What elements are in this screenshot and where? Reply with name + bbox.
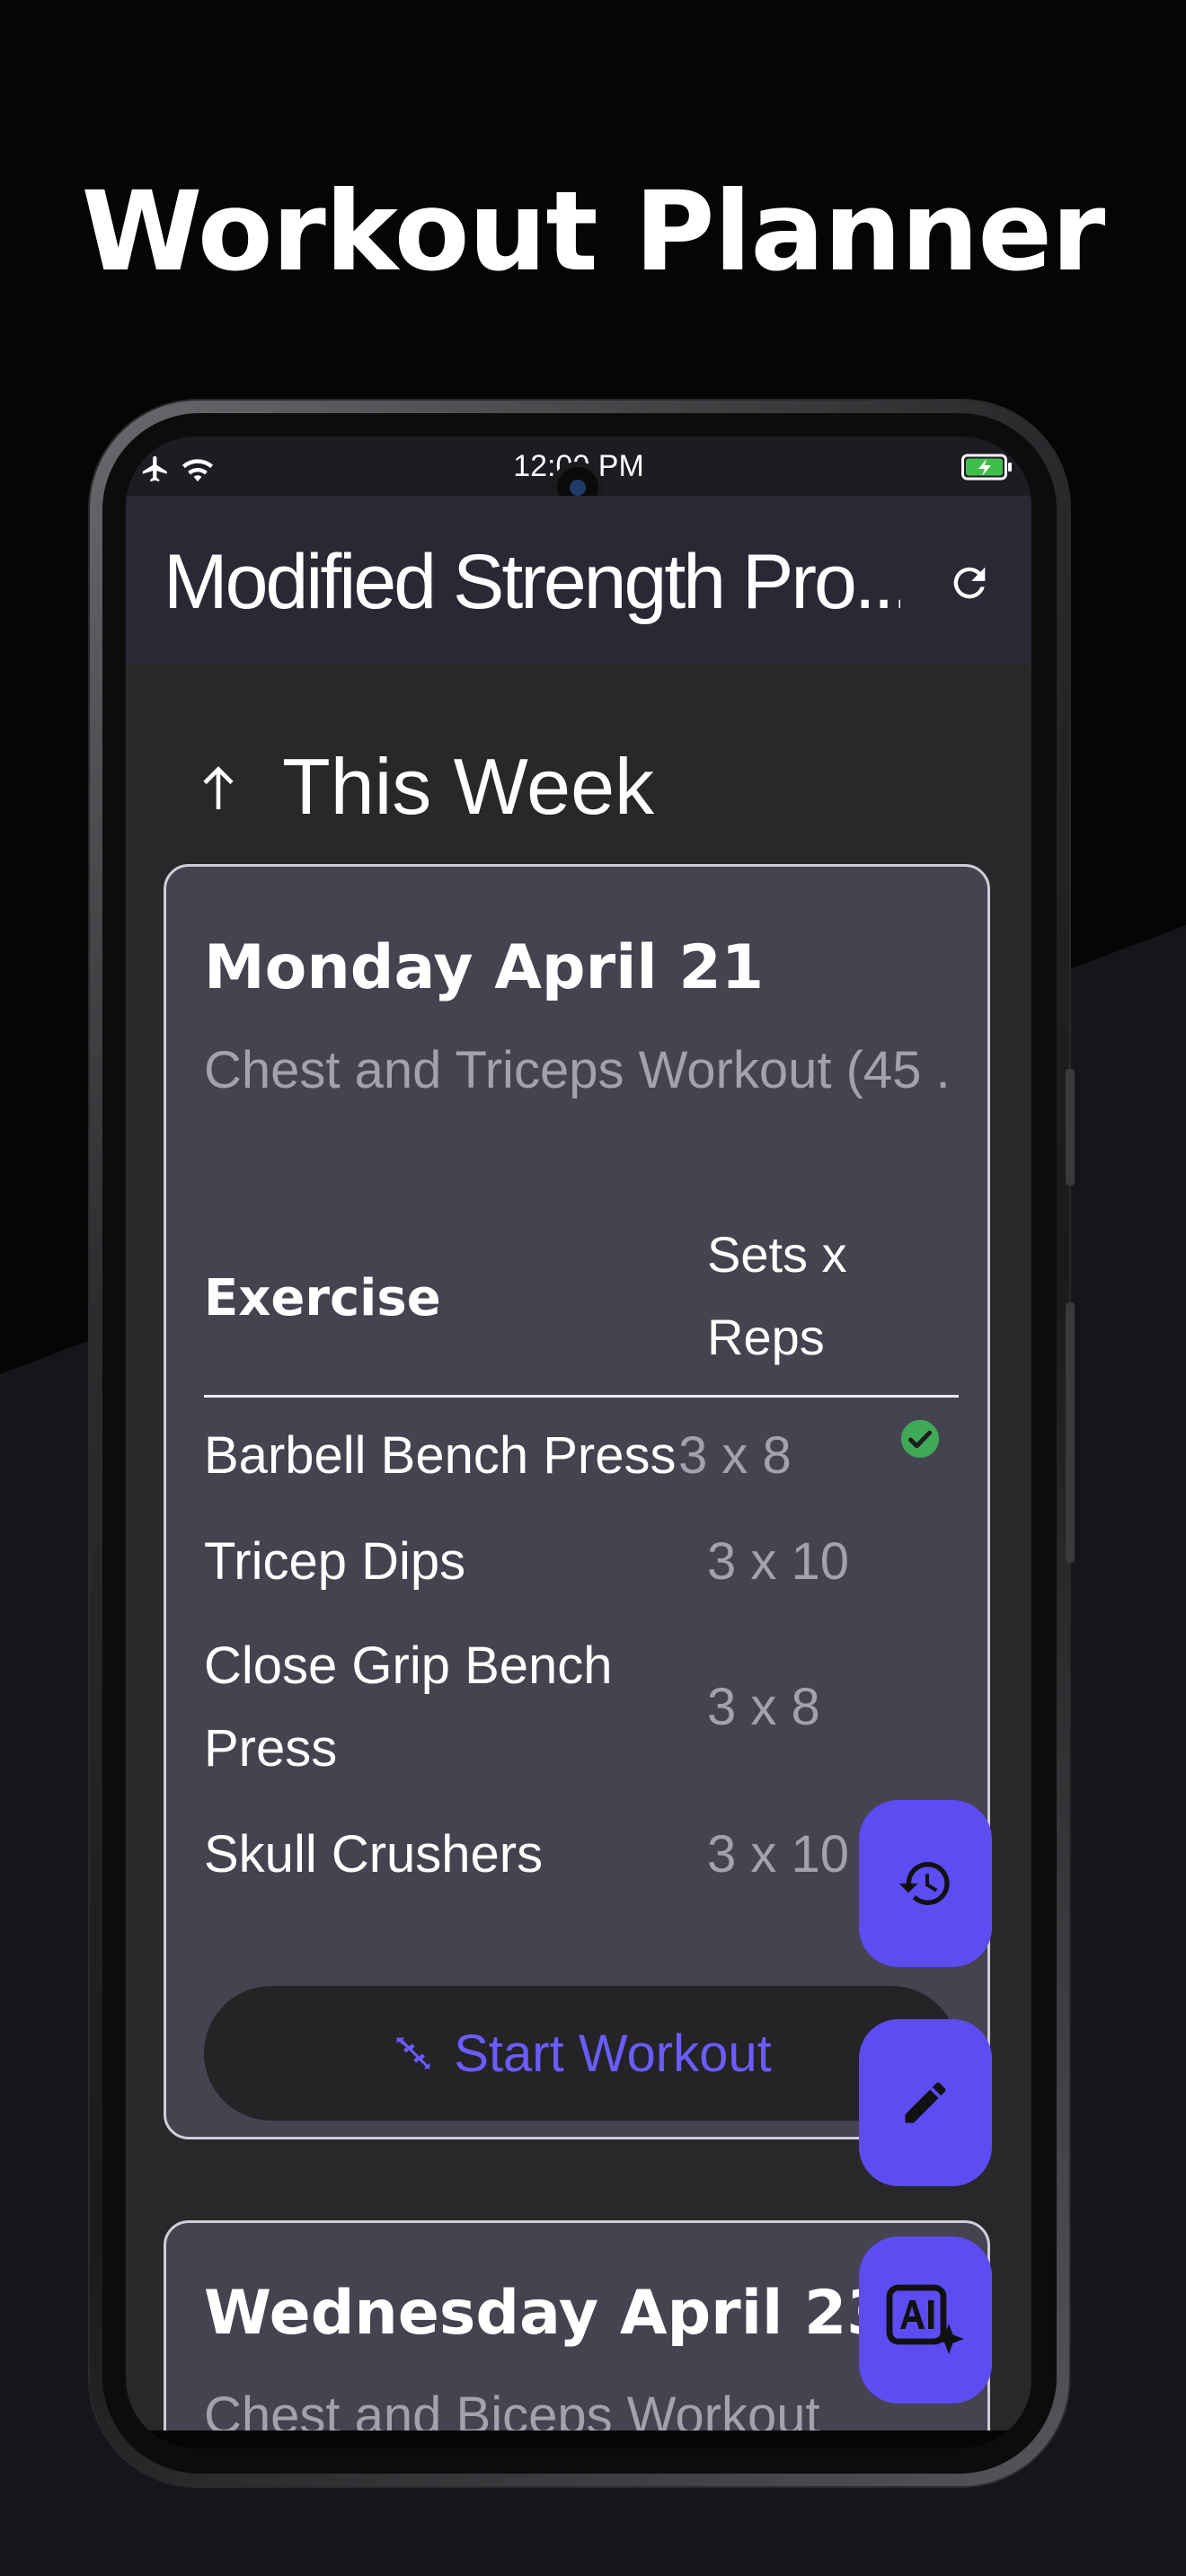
edit-fab[interactable] bbox=[859, 2019, 992, 2186]
workout-day-title: Monday April 21 bbox=[204, 932, 765, 1003]
ai-sparkle-icon bbox=[886, 2284, 964, 2354]
refresh-button[interactable] bbox=[938, 551, 1001, 614]
promo-stage: Workout Planner 12:00 PM Modified Streng… bbox=[0, 0, 1186, 2576]
start-workout-button[interactable]: Start Workout bbox=[204, 1986, 959, 2121]
table-header-exercise: Exercise bbox=[204, 1269, 441, 1328]
table-row-sets: 3 x 8 bbox=[707, 1678, 820, 1736]
phone-side-button bbox=[1066, 1069, 1075, 1186]
history-icon bbox=[898, 1862, 950, 1905]
promo-headline: Workout Planner bbox=[81, 168, 1106, 296]
arrow-up-icon bbox=[203, 766, 234, 809]
app-title: Modified Strength Pro... bbox=[164, 539, 900, 625]
fitness-icon bbox=[396, 2037, 430, 2069]
table-row-sets: 3 x 10 bbox=[707, 1825, 849, 1883]
table-row-name: Close Grip Bench Press bbox=[204, 1636, 613, 1778]
section-header[interactable]: This Week bbox=[196, 742, 654, 832]
table-row-sets: 3 x 10 bbox=[707, 1532, 849, 1591]
start-workout-label: Start Workout bbox=[454, 2024, 772, 2083]
battery-charging-icon bbox=[961, 454, 1012, 481]
table-header-sets-reps: Sets x Reps bbox=[707, 1226, 847, 1365]
check-circle-icon bbox=[900, 1419, 940, 1459]
edit-icon bbox=[905, 2082, 946, 2123]
phone-screen: 12:00 PM Modified Strength Pro... This W… bbox=[126, 437, 1031, 2448]
phone-side-button bbox=[1066, 1302, 1075, 1563]
table-row-name: Skull Crushers bbox=[204, 1825, 544, 1883]
ai-assistant-fab[interactable] bbox=[859, 2236, 992, 2404]
refresh-icon bbox=[953, 567, 986, 599]
table-row-name: Barbell Bench Press bbox=[204, 1426, 677, 1485]
app-bar: Modified Strength Pro... bbox=[126, 496, 1031, 665]
table-row-sets: 3 x 8 bbox=[678, 1426, 792, 1485]
section-title: This Week bbox=[282, 742, 655, 831]
table-divider bbox=[204, 1395, 959, 1398]
workout-subtitle: Chest and Triceps Workout (45 ... bbox=[204, 1041, 950, 1099]
workout-day-title: Wednesday April 23 bbox=[204, 2278, 890, 2349]
history-fab[interactable] bbox=[859, 1800, 992, 1967]
table-row-name: Tricep Dips bbox=[204, 1532, 466, 1591]
